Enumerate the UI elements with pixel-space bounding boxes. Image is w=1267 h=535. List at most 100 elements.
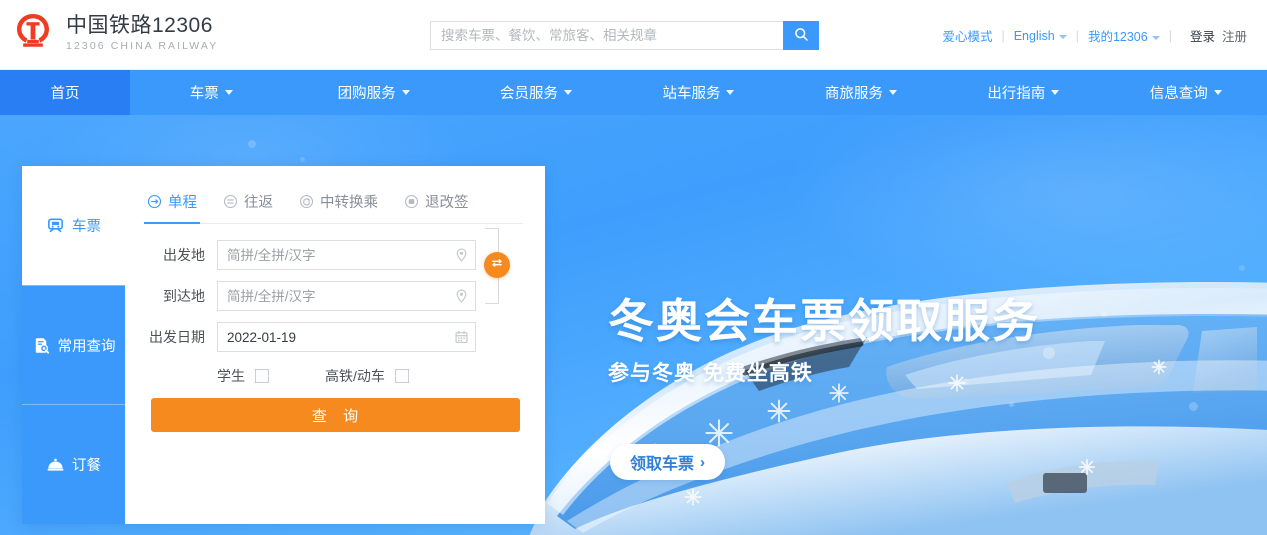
depart-date-field[interactable] xyxy=(217,322,476,352)
booking-panel: 车票 常用查询 订餐 单程 往返 中转换乘 退改签 出发地 简拼/全拼/汉字 到… xyxy=(22,166,545,524)
chevron-down-icon xyxy=(1058,34,1067,39)
main-navigation: 首页 车票 团购服务 会员服务 站车服务 商旅服务 出行指南 信息查询 xyxy=(0,70,1267,115)
chevron-down-icon xyxy=(401,90,410,95)
chevron-down-icon xyxy=(1151,36,1160,40)
destination-row: 到达地 xyxy=(147,281,523,311)
chevron-down-icon xyxy=(564,90,573,95)
site-header: 中国铁路12306 12306 CHINA RAILWAY 爱心模式 | Eng… xyxy=(0,0,1267,70)
my-account-menu[interactable]: 我的12306 xyxy=(1088,26,1160,45)
destination-label: 到达地 xyxy=(163,288,205,304)
high-speed-checkbox[interactable] xyxy=(394,369,409,383)
nav-item-tickets[interactable]: 车票 xyxy=(130,70,292,115)
banner-title: 冬奥会车票领取服务 xyxy=(608,295,1040,347)
nav-item-member-services[interactable]: 会员服务 xyxy=(455,70,617,115)
one-way-arrow-icon xyxy=(147,194,162,209)
claim-ticket-button[interactable]: 领取车票 › xyxy=(610,444,726,480)
nav-item-info-query[interactable]: 信息查询 xyxy=(1105,70,1267,115)
sidebar-item-label: 车票 xyxy=(72,218,101,235)
sidebar-item-meal-order[interactable]: 订餐 xyxy=(22,404,125,524)
banner-subtitle: 参与冬奥 免费坐高铁 xyxy=(608,362,813,385)
login-link[interactable]: 登录 xyxy=(1190,26,1215,45)
origin-label: 出发地 xyxy=(163,247,205,263)
depart-date-row: 出发日期 xyxy=(147,322,523,352)
tab-label: 退改签 xyxy=(425,195,469,211)
site-logo[interactable]: 中国铁路12306 12306 CHINA RAILWAY xyxy=(10,10,218,56)
tab-one-way[interactable]: 单程 xyxy=(144,180,200,224)
chevron-down-icon xyxy=(1051,90,1060,95)
link-separator: | xyxy=(1075,28,1079,43)
nav-item-label: 团购服务 xyxy=(337,86,396,102)
claim-ticket-label: 领取车票 xyxy=(630,456,695,473)
tab-refund-change[interactable]: 退改签 xyxy=(404,180,469,224)
destination-field[interactable] xyxy=(217,281,476,311)
nav-item-label: 会员服务 xyxy=(500,86,559,102)
search-icon xyxy=(794,27,809,45)
booking-panel-sidebar: 车票 常用查询 订餐 xyxy=(22,166,125,524)
snow-dot xyxy=(1009,402,1014,407)
destination-input[interactable] xyxy=(218,282,475,310)
account-label: 我的12306 xyxy=(1087,30,1148,44)
round-trip-icon xyxy=(223,194,238,209)
language-selector[interactable]: English xyxy=(1014,29,1067,43)
search-input[interactable] xyxy=(430,21,783,50)
nav-item-label: 首页 xyxy=(50,86,80,102)
nav-item-label: 车票 xyxy=(189,86,219,102)
submit-row: 查 询 xyxy=(147,398,523,432)
nav-item-label: 站车服务 xyxy=(662,86,721,102)
tab-label: 单程 xyxy=(168,195,197,211)
tab-round-trip[interactable]: 往返 xyxy=(223,180,273,224)
nav-item-label: 信息查询 xyxy=(1149,86,1208,102)
sidebar-item-label: 常用查询 xyxy=(57,338,116,355)
origin-input[interactable] xyxy=(218,241,475,269)
high-speed-label: 高铁/动车 xyxy=(325,368,385,384)
sidebar-item-label: 订餐 xyxy=(72,458,101,475)
student-checkbox[interactable] xyxy=(255,369,269,383)
swap-arrows-icon xyxy=(490,256,504,275)
nav-item-label: 出行指南 xyxy=(987,86,1046,102)
register-link[interactable]: 注册 xyxy=(1222,26,1247,45)
banner-copy: 冬奥会车票领取服务 参与冬奥 免费坐高铁 xyxy=(608,293,1040,387)
nav-item-home[interactable]: 首页 xyxy=(0,70,130,115)
tab-label: 往返 xyxy=(244,195,273,211)
nav-item-station-services[interactable]: 站车服务 xyxy=(617,70,779,115)
link-separator: | xyxy=(1001,28,1005,43)
ticket-search-form: 出发地 到达地 xyxy=(147,224,523,432)
tab-label: 中转换乘 xyxy=(320,195,378,211)
snow-dot xyxy=(248,140,256,148)
student-label: 学生 xyxy=(217,368,245,384)
search-tickets-button[interactable]: 查 询 xyxy=(150,398,520,432)
snow-dot xyxy=(1043,347,1055,359)
trip-type-tabs: 单程 往返 中转换乘 退改签 xyxy=(144,166,523,224)
chevron-down-icon xyxy=(888,90,897,95)
link-separator: | xyxy=(1168,28,1172,43)
search-button[interactable] xyxy=(783,21,819,50)
snow-dot xyxy=(1189,402,1198,411)
origin-row: 出发地 xyxy=(147,240,523,270)
sidebar-item-tickets[interactable]: 车票 xyxy=(22,166,125,285)
origin-field[interactable] xyxy=(217,240,476,270)
accessibility-mode-link[interactable]: 爱心模式 xyxy=(942,26,992,45)
booking-panel-main: 单程 往返 中转换乘 退改签 出发地 简拼/全拼/汉字 到达地 简拼/全拼/汉字… xyxy=(125,166,545,524)
refund-icon xyxy=(404,194,419,209)
global-search xyxy=(430,21,819,50)
chevron-down-icon xyxy=(726,90,735,95)
depart-date-input[interactable] xyxy=(218,323,475,351)
snow-dot xyxy=(300,157,305,162)
swap-stations-button[interactable] xyxy=(484,252,510,278)
depart-date-label: 出发日期 xyxy=(149,329,205,345)
sidebar-item-common-query[interactable]: 常用查询 xyxy=(22,284,125,405)
chevron-right-icon: › xyxy=(700,453,706,471)
nav-item-business-travel[interactable]: 商旅服务 xyxy=(780,70,942,115)
language-label: English xyxy=(1013,28,1055,43)
brand-name-en: 12306 CHINA RAILWAY xyxy=(66,40,219,52)
train-ticket-icon xyxy=(46,216,65,235)
page-root: 中国铁路12306 12306 CHINA RAILWAY 爱心模式 | Eng… xyxy=(0,0,1267,535)
nav-item-travel-guide[interactable]: 出行指南 xyxy=(942,70,1104,115)
transfer-refresh-icon xyxy=(299,194,314,209)
nav-item-group-booking[interactable]: 团购服务 xyxy=(292,70,454,115)
snow-dot xyxy=(1101,311,1107,317)
tab-transfer[interactable]: 中转换乘 xyxy=(299,180,378,224)
railway-emblem-icon xyxy=(10,10,56,56)
snow-dot xyxy=(1239,265,1245,271)
meal-cloche-icon xyxy=(46,455,65,474)
